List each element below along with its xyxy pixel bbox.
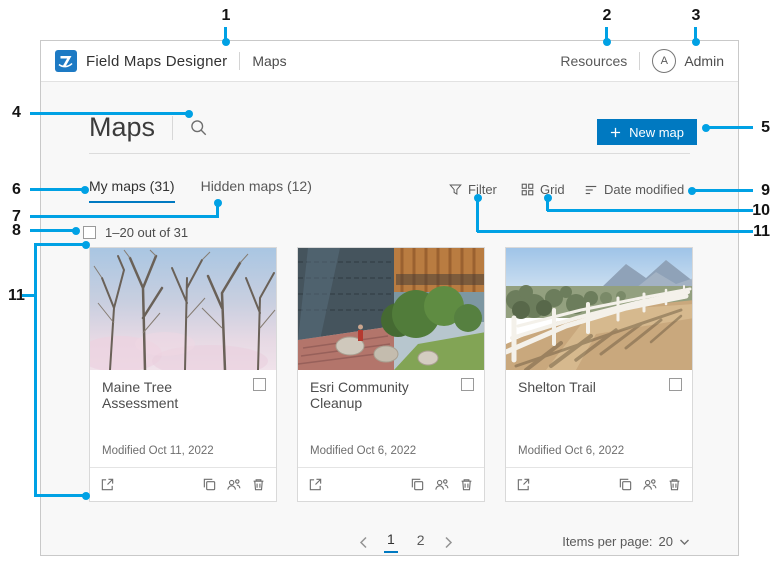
map-card-title[interactable]: Maine Tree Assessment	[102, 379, 242, 411]
sort-label: Date modified	[604, 182, 685, 197]
resources-link[interactable]: Resources	[560, 53, 627, 69]
app-header: Field Maps Designer Maps Resources A Adm…	[41, 41, 738, 81]
trash-icon[interactable]	[667, 477, 682, 492]
plus-icon	[610, 127, 621, 138]
callout-number: 10	[752, 202, 770, 219]
duplicate-icon[interactable]	[410, 477, 425, 492]
tab-my-maps[interactable]: My maps (31)	[89, 178, 175, 203]
sort-button[interactable]: Date modified	[584, 182, 684, 197]
card-grid: Maine Tree Assessment Modified Oct 11, 2…	[89, 247, 693, 502]
launch-icon[interactable]	[308, 477, 323, 492]
callout-number: 11	[753, 223, 770, 240]
callout-line	[34, 243, 37, 497]
card-checkbox[interactable]	[461, 378, 474, 391]
tab-hidden-maps[interactable]: Hidden maps (12)	[201, 178, 312, 203]
map-card[interactable]: Maine Tree Assessment Modified Oct 11, 2…	[89, 247, 277, 502]
callout-number: 7	[12, 208, 21, 225]
card-footer	[90, 467, 276, 501]
app-title: Field Maps Designer	[86, 52, 228, 70]
page-title: Maps	[89, 112, 156, 142]
map-thumbnail	[506, 248, 692, 370]
trash-icon[interactable]	[459, 477, 474, 492]
map-thumbnail	[298, 248, 484, 370]
header-divider	[239, 52, 241, 70]
card-footer	[506, 467, 692, 501]
nav-maps-link[interactable]: Maps	[252, 53, 286, 69]
map-thumbnail	[90, 248, 276, 370]
group-share-icon[interactable]	[642, 477, 658, 492]
new-map-label: New map	[629, 124, 684, 140]
launch-icon[interactable]	[100, 477, 115, 492]
page-1-button[interactable]: 1	[384, 531, 398, 553]
callout-number: 8	[12, 222, 21, 239]
filter-button[interactable]: Filter	[449, 182, 497, 197]
modified-date: Modified Oct 11, 2022	[102, 445, 214, 457]
header-divider	[639, 52, 641, 70]
callout-number: 5	[761, 119, 770, 136]
page-2-button[interactable]: 2	[414, 532, 428, 552]
range-label: 1–20 out of 31	[105, 225, 189, 240]
pagination: 1 2	[359, 531, 453, 553]
items-per-page-value: 20	[658, 534, 673, 549]
app-window: Field Maps Designer Maps Resources A Adm…	[40, 40, 739, 556]
user-menu[interactable]: Admin	[684, 53, 724, 69]
grid-icon	[521, 183, 534, 196]
sort-lines-icon	[584, 183, 598, 197]
modified-date: Modified Oct 6, 2022	[310, 445, 417, 457]
grid-label: Grid	[540, 182, 565, 197]
content-area: Maps New map My maps (31) Hidden maps (1…	[41, 81, 738, 555]
callout-number: 3	[691, 7, 701, 24]
callout-line	[22, 294, 35, 297]
search-icon[interactable]	[190, 119, 207, 136]
trash-icon[interactable]	[251, 477, 266, 492]
items-per-page-label: Items per page:	[562, 534, 653, 549]
callout-number: 4	[12, 104, 21, 121]
map-card-title[interactable]: Esri Community Cleanup	[310, 379, 450, 411]
card-checkbox[interactable]	[669, 378, 682, 391]
grid-view-button[interactable]: Grid	[521, 182, 565, 197]
card-checkbox[interactable]	[253, 378, 266, 391]
duplicate-icon[interactable]	[202, 477, 217, 492]
filter-label: Filter	[468, 182, 497, 197]
items-per-page-select[interactable]: Items per page: 20	[562, 534, 690, 549]
callout-number: 2	[602, 7, 612, 24]
launch-icon[interactable]	[516, 477, 531, 492]
callout-number: 11	[8, 287, 25, 304]
esri-logo-icon	[55, 50, 77, 72]
title-rule	[89, 153, 690, 154]
duplicate-icon[interactable]	[618, 477, 633, 492]
map-card-title[interactable]: Shelton Trail	[518, 379, 658, 395]
title-divider	[172, 115, 174, 140]
chevron-down-icon	[679, 538, 690, 546]
modified-date: Modified Oct 6, 2022	[518, 445, 625, 457]
filter-funnel-icon	[449, 183, 462, 196]
map-card[interactable]: Shelton Trail Modified Oct 6, 2022	[505, 247, 693, 502]
group-share-icon[interactable]	[226, 477, 242, 492]
callout-number: 6	[12, 181, 21, 198]
card-footer	[298, 467, 484, 501]
chevron-left-icon[interactable]	[359, 536, 368, 549]
avatar[interactable]: A	[652, 49, 677, 73]
select-all-checkbox[interactable]	[83, 226, 96, 239]
new-map-button[interactable]: New map	[597, 119, 697, 145]
map-card[interactable]: Esri Community Cleanup Modified Oct 6, 2…	[297, 247, 485, 502]
chevron-right-icon[interactable]	[444, 536, 453, 549]
group-share-icon[interactable]	[434, 477, 450, 492]
callout-number: 9	[761, 182, 770, 199]
callout-number: 1	[221, 7, 231, 24]
